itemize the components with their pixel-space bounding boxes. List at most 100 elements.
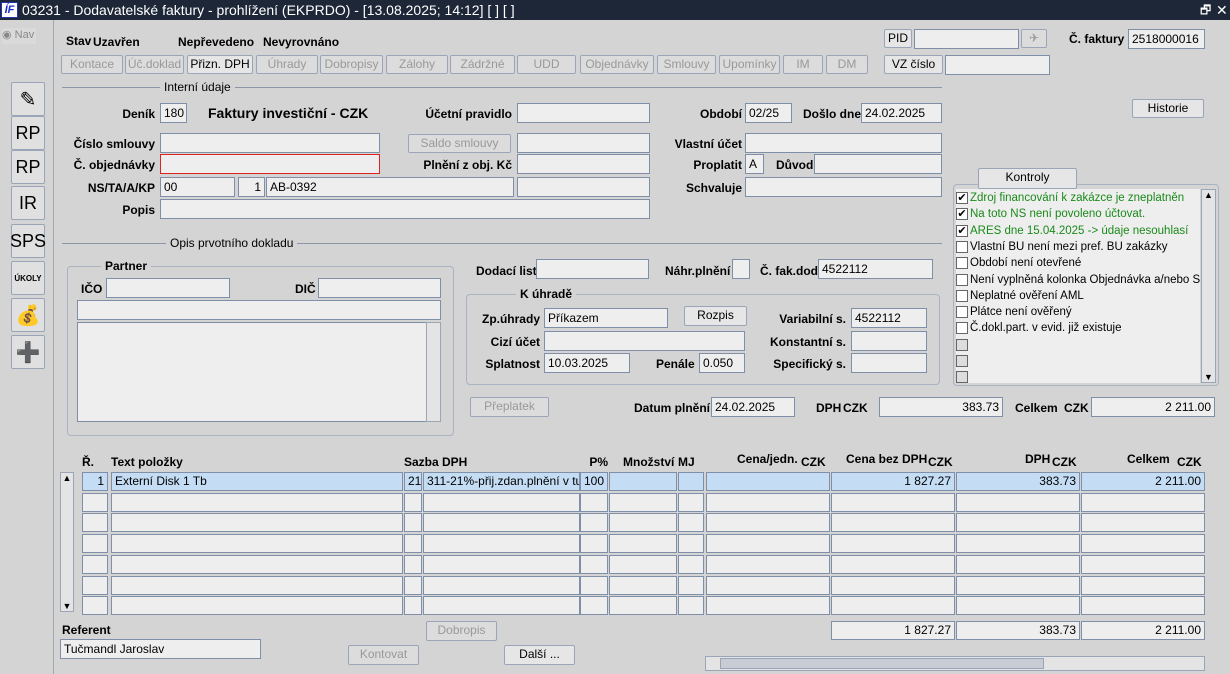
grid-cell[interactable] (831, 513, 955, 533)
vz-cislo-button[interactable]: VZ číslo (884, 55, 943, 74)
nahr-field[interactable] (732, 259, 750, 279)
grid-cell[interactable] (1081, 596, 1205, 616)
grid-cell[interactable] (609, 492, 677, 512)
grid-cell[interactable] (580, 575, 608, 595)
grid-cell[interactable] (404, 492, 422, 512)
grid-cell[interactable] (580, 492, 608, 512)
grid-cell[interactable] (609, 554, 677, 574)
topbutton-1[interactable]: Úč.doklad (125, 55, 184, 74)
grid-cell[interactable]: 100 (580, 472, 608, 491)
grid-cell[interactable] (706, 472, 830, 491)
datum-plneni-field[interactable]: 24.02.2025 (711, 397, 795, 417)
saldo-field[interactable] (517, 133, 650, 153)
grid-cell[interactable] (111, 534, 403, 554)
topbutton-12[interactable]: DM (826, 55, 868, 74)
grid-cell[interactable] (404, 513, 422, 533)
checkbox[interactable] (956, 371, 968, 383)
money-bag-icon[interactable]: 💰 (11, 298, 45, 332)
scroll-up-icon[interactable]: ▲ (1202, 190, 1215, 200)
grid-cell[interactable] (609, 575, 677, 595)
a-field[interactable]: AB-0392 (266, 177, 514, 197)
kontroly-scrollbar[interactable]: ▲ ▼ (1201, 189, 1216, 383)
faktura-field[interactable]: 2518000016 (1128, 29, 1205, 49)
rp-cz-icon[interactable]: RP (11, 116, 45, 150)
topbutton-9[interactable]: Smlouvy (657, 55, 716, 74)
kontovat-button[interactable]: Kontovat (348, 645, 419, 665)
grid-cell[interactable] (956, 554, 1080, 574)
scrollbar-thumb[interactable] (720, 658, 1044, 669)
checkbox[interactable] (956, 306, 968, 319)
grid-cell[interactable] (678, 554, 704, 574)
close-icon[interactable]: ✕ (1216, 0, 1228, 20)
grid-cell[interactable] (678, 575, 704, 595)
topbutton-5[interactable]: Zálohy (386, 55, 448, 74)
topbutton-0[interactable]: Kontace (61, 55, 123, 74)
grid-cell[interactable] (1081, 534, 1205, 554)
edit-document-icon[interactable]: ✎ (11, 82, 45, 116)
checkbox[interactable] (956, 355, 968, 367)
grid-cell[interactable] (706, 575, 830, 595)
pid-field[interactable] (914, 29, 1019, 49)
scroll-up-icon[interactable]: ▲ (61, 473, 73, 483)
smlouva-field[interactable] (160, 133, 380, 153)
grid-cell[interactable] (111, 575, 403, 595)
grid-cell[interactable] (404, 554, 422, 574)
grid-cell[interactable] (111, 596, 403, 616)
grid-cell[interactable] (111, 513, 403, 533)
grid-cell[interactable] (1081, 492, 1205, 512)
kontrola-item[interactable]: Plátce není ověřený (956, 304, 1072, 320)
topbutton-10[interactable]: Upomínky (719, 55, 780, 74)
schvaluje-field[interactable] (745, 177, 942, 197)
checkbox[interactable] (956, 338, 968, 351)
plneni-field[interactable] (517, 154, 650, 174)
proplatit-field[interactable]: A (745, 154, 764, 174)
topbutton-8[interactable]: Objednávky (580, 55, 654, 74)
grid-cell[interactable]: 21 (404, 472, 422, 491)
grid-cell[interactable] (82, 534, 108, 554)
grid-cell[interactable] (706, 492, 830, 512)
kontrola-item[interactable]: Neplatné ověření AML (956, 288, 1084, 304)
fakdod-field[interactable]: 4522112 (818, 259, 933, 279)
send-icon[interactable]: ✈ (1021, 29, 1047, 48)
splatnost-field[interactable]: 10.03.2025 (544, 353, 630, 373)
grid-cell[interactable] (580, 554, 608, 574)
grid-cell[interactable] (831, 492, 955, 512)
partner-name-field[interactable] (77, 300, 441, 320)
objednavka-field[interactable] (160, 154, 380, 174)
grid-cell[interactable] (956, 492, 1080, 512)
kontrola-item[interactable]: Č.dokl.part. v evid. již existuje (956, 320, 1121, 336)
kontrola-item[interactable] (956, 337, 970, 353)
grid-cell[interactable] (423, 575, 580, 595)
grid-cell[interactable] (956, 575, 1080, 595)
grid-cell[interactable] (82, 513, 108, 533)
ukoly-checklist-icon[interactable]: ÚKOLY (11, 261, 45, 295)
grid-cell[interactable] (956, 513, 1080, 533)
checkbox[interactable]: ✔ (956, 192, 968, 204)
topbutton-6[interactable]: Zádržné (450, 55, 515, 74)
grid-cell[interactable] (706, 513, 830, 533)
saldo-smlouvy-button[interactable]: Saldo smlouvy (408, 134, 511, 153)
kontrola-item[interactable]: ✔ ARES dne 15.04.2025 -> údaje nesouhlasí (956, 223, 1188, 239)
grid-cell[interactable] (678, 472, 704, 491)
checkbox[interactable] (956, 257, 968, 270)
preplatek-button[interactable]: Přeplatek (470, 397, 549, 417)
ss-field[interactable] (851, 353, 927, 373)
ta-field[interactable]: 1 (238, 177, 265, 197)
grid-cell[interactable] (706, 534, 830, 554)
grid-cell[interactable] (1081, 513, 1205, 533)
vs-field[interactable]: 4522112 (851, 308, 927, 328)
grid-cell[interactable] (831, 534, 955, 554)
grid-cell[interactable] (423, 534, 580, 554)
rozpis-button[interactable]: Rozpis (684, 306, 747, 326)
grid-cell[interactable] (609, 472, 677, 491)
grid-cell[interactable] (956, 534, 1080, 554)
ico-field[interactable] (106, 278, 230, 298)
grid-cell[interactable]: 311-21%-přij.zdan.plnění v tuze (423, 472, 580, 491)
ucetni-pravidlo-field[interactable] (517, 103, 650, 123)
kontrola-item[interactable]: Vlastní BU není mezi pref. BU zakázky (956, 239, 1168, 255)
denik-field[interactable]: 180 (160, 103, 187, 123)
restore-icon[interactable]: 🗗 (1200, 0, 1211, 20)
partner-address-field[interactable] (77, 322, 427, 422)
grid-cell[interactable] (423, 513, 580, 533)
penale-field[interactable]: 0.050 (699, 353, 745, 373)
